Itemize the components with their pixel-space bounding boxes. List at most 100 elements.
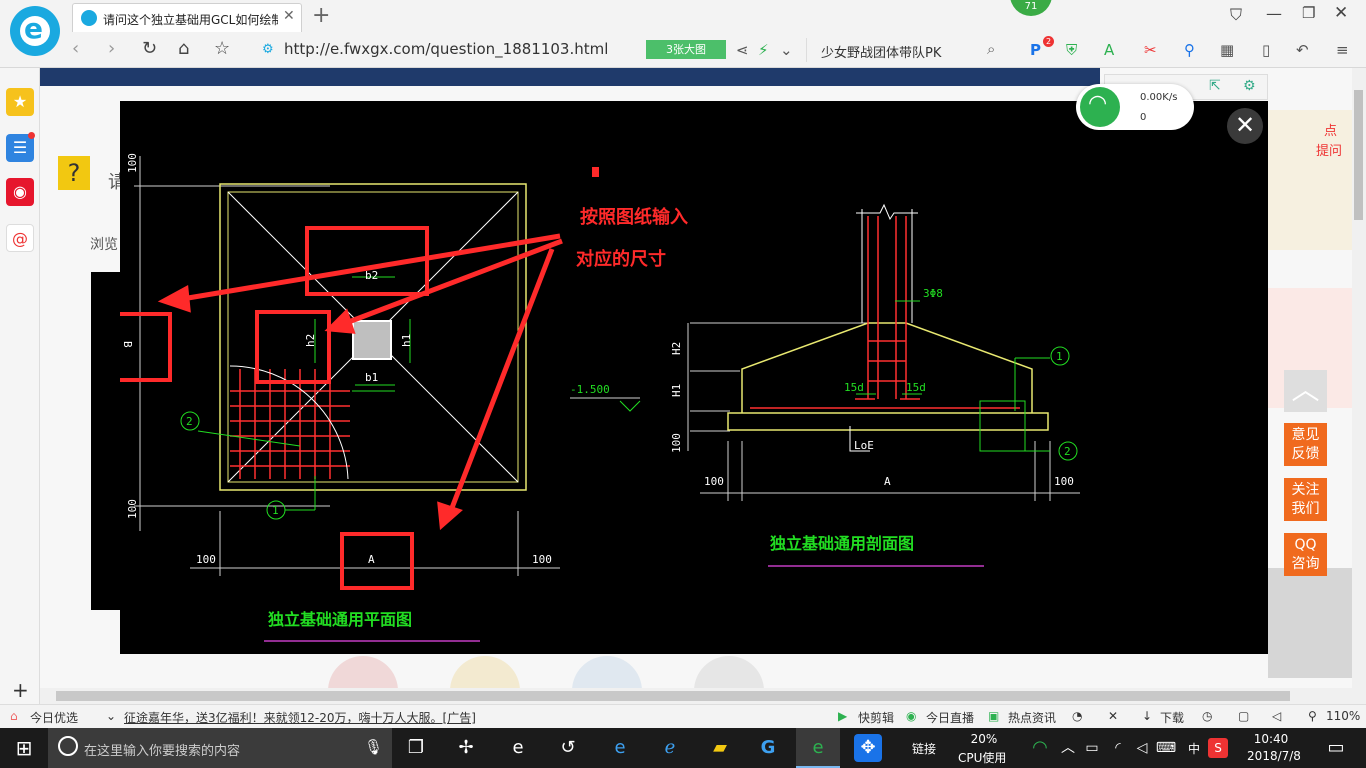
gift-icon: ⌂ [10,709,18,723]
url-field[interactable]: ⚙ http://e.fwxgx.com/question_1881103.ht… [258,38,642,62]
dim-100-bottom: 100 [126,499,139,519]
ad-photo [1268,568,1352,678]
back-to-top-icon[interactable]: ︿ [1284,370,1327,412]
viewer-extension [91,272,121,610]
windows-start-icon[interactable]: ⊞ [10,734,38,762]
horizontal-scroll-thumb[interactable] [56,691,1290,701]
dropdown-chevron-icon[interactable]: ⌄ [780,40,793,60]
follow-button[interactable]: 关注我们 [1284,478,1327,521]
scissors-icon[interactable]: ✂ [1144,40,1157,60]
tab-favicon-icon [81,10,97,26]
badge-71[interactable]: 71 [1010,0,1052,16]
microphone-icon[interactable]: 🎙 [364,738,383,756]
wifi-tray-icon[interactable]: ◠ [1026,734,1054,762]
browser-tab[interactable]: 请问这个独立基础用GCL如何绘制 ✕ [72,3,302,32]
search-suggest-text: 少女野战团体带队PK [821,46,942,61]
shield-yen-icon[interactable]: ⛨ [1066,40,1077,60]
viewer-close-icon[interactable]: ✕ [1227,108,1263,144]
restore-icon[interactable]: ❐ [1302,4,1315,22]
clock-date[interactable]: 2018/7/8 [1244,749,1304,763]
share-icon[interactable]: ⋖ [736,40,749,60]
horizontal-scrollbar[interactable] [40,688,1366,704]
zoom-icon: ⚲ [1308,709,1317,723]
shirt-icon[interactable]: ⛉ [1230,5,1242,25]
search-suggest-field[interactable]: 少女野战团体带队PK ⌕ [806,38,1006,62]
bolt-icon[interactable]: ⚡ [758,40,769,60]
active-browser-task[interactable]: e [796,728,840,768]
magnifier-tool-icon[interactable]: ⚲ [1184,40,1195,60]
settings-gear-icon[interactable]: ⚙ [1243,78,1256,94]
speed-icon[interactable]: ◔ [1072,709,1082,723]
undo-icon[interactable]: ↶ [1296,40,1309,60]
external-link-icon[interactable]: ⇱ [1209,78,1221,94]
image-viewer[interactable]: 100 100 100 100 A B b2 b1 h2 h1 2 1 独立基础… [120,101,1268,654]
big-image-button[interactable]: 3张大图 [646,40,726,59]
search-icon[interactable]: ⌕ [987,40,995,58]
download-link[interactable]: 下载 [1160,709,1184,726]
mail-icon[interactable]: @ [6,224,34,252]
feedback-button[interactable]: 意见反馈 [1284,423,1327,466]
quick-cut-link[interactable]: 快剪辑 [858,709,894,726]
history-icon[interactable]: ◷ [1202,709,1212,723]
sogou-icon[interactable]: S [1208,738,1228,758]
glodon-app-icon[interactable]: G [754,734,782,762]
notification-center-icon[interactable]: ▭ [1322,734,1350,762]
keyboard-icon[interactable]: ⌨ [1152,734,1180,762]
dim-100-right: 100 [532,553,552,566]
tab-close-icon[interactable]: ✕ [283,8,295,24]
pinwheel-app-icon[interactable]: ✢ [452,734,480,762]
ime-label[interactable]: 中 [1188,740,1200,757]
notif-badge: 2 [1043,36,1054,47]
tool-icon[interactable]: ✕ [1108,709,1118,723]
today-pick-link[interactable]: 今日优选 [30,709,78,726]
close-window-icon[interactable]: ✕ [1334,3,1348,23]
link-label[interactable]: 链接 [912,740,936,757]
file-explorer-icon[interactable]: ▰ [706,734,734,762]
ad-text-1: 点 [1324,124,1338,139]
home-icon[interactable]: ⌂ [178,37,189,61]
ie-icon[interactable]: ℯ [656,734,684,762]
add-sidebar-icon[interactable]: + [12,678,29,702]
news-link[interactable]: 热点资讯 [1008,709,1056,726]
back-icon[interactable]: ‹ [72,37,79,61]
task-view-icon[interactable]: ❐ [402,734,430,762]
status-ad-link[interactable]: 征途嘉年华，送3亿福利！来就领12-20万，嗨十万人大服。[广告] [124,709,476,726]
qq-button[interactable]: QQ咨询 [1284,533,1327,576]
battery-icon[interactable]: ▭ [1078,734,1106,762]
news-icon: ▣ [988,709,1000,723]
new-tab-icon[interactable]: + [312,3,330,28]
browser-logo[interactable]: e [10,6,60,56]
window-icon[interactable]: ▢ [1238,709,1249,723]
net-count: 0 [1140,112,1147,123]
move-app-task[interactable]: ✥ [846,728,890,768]
expand-chevron-icon[interactable]: ⌄ [106,709,116,723]
vertical-scroll-thumb[interactable] [1354,90,1363,220]
mobile-icon[interactable]: ▯ [1262,40,1270,60]
pp-icon[interactable]: P [1030,40,1041,60]
taskbar-search-field[interactable]: 在这里输入你要搜索的内容 🎙 [48,728,392,768]
label-15d-right: 15d [906,381,926,394]
section-green-labels: -1.500 3Φ8 15d 15d 1 2 [570,287,1071,458]
clock-time[interactable]: 10:40 [1244,732,1298,746]
network-widget[interactable]: ◠ 0.00K/s 0 [1076,84,1194,130]
favorite-star-icon[interactable]: ☆ [214,37,230,61]
swirl-app-icon[interactable]: ↺ [554,734,582,762]
mute-icon[interactable]: ◁ [1272,709,1281,723]
apps-grid-icon[interactable]: ▦ [1220,40,1234,60]
edge-legacy-icon[interactable]: e [504,734,532,762]
live-link[interactable]: 今日直播 [926,709,974,726]
label-H1: H1 [670,384,683,397]
section-title: 独立基础通用剖面图 [770,534,914,553]
zoom-level[interactable]: 110% [1326,709,1360,723]
left-sidebar: ★ ☰ ◉ @ + [0,68,40,704]
edge-icon[interactable]: e [606,734,634,762]
label-b1: b1 [365,371,378,384]
translate-icon[interactable]: A [1104,40,1114,60]
forward-icon[interactable]: › [108,37,115,61]
weibo-icon[interactable]: ◉ [6,178,34,206]
favorites-star-icon[interactable]: ★ [6,88,34,116]
browser-task-icon: e [812,737,824,758]
minimize-icon[interactable]: — [1266,4,1282,23]
refresh-icon[interactable]: ↻ [142,37,157,61]
menu-icon[interactable]: ≡ [1336,40,1349,60]
